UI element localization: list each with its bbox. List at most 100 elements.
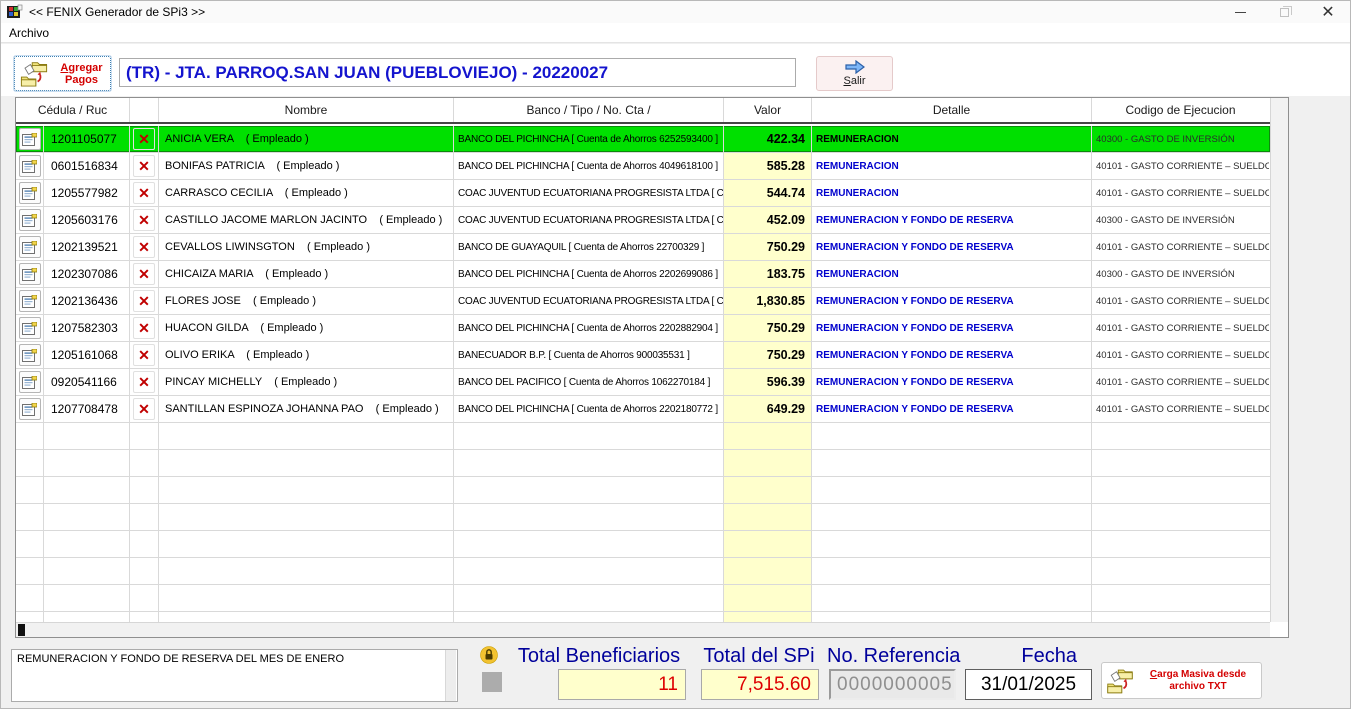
row-edit-button[interactable]: [19, 290, 41, 312]
nombre-cell[interactable]: [159, 558, 454, 584]
carga-masiva-button[interactable]: Carga Masiva desde archivo TXT: [1101, 662, 1262, 699]
codigo-cell[interactable]: 40101 - GASTO CORRIENTE – SUELDOS: [1092, 180, 1269, 206]
valor-cell[interactable]: [724, 585, 812, 611]
delete-x-icon[interactable]: ✕: [133, 398, 155, 420]
cedula-cell[interactable]: 0601516834: [44, 153, 130, 179]
banco-cell[interactable]: BANECUADOR B.P. [ Cuenta de Ahorros 9000…: [454, 342, 724, 368]
delete-x-icon[interactable]: ✕: [133, 236, 155, 258]
detalle-cell[interactable]: [812, 477, 1092, 503]
row-edit-button[interactable]: [19, 182, 41, 204]
codigo-cell[interactable]: 40101 - GASTO CORRIENTE – SUELDOS: [1092, 396, 1269, 422]
banco-cell[interactable]: BANCO DEL PICHINCHA [ Cuenta de Ahorros …: [454, 126, 724, 152]
nombre-cell[interactable]: CASTILLO JACOME MARLON JACINTO ( Emplead…: [159, 207, 454, 233]
valor-cell[interactable]: 750.29: [724, 234, 812, 260]
nombre-cell[interactable]: CEVALLOS LIWINSGTON ( Empleado ): [159, 234, 454, 260]
cedula-cell[interactable]: 1205161068: [44, 342, 130, 368]
nombre-cell[interactable]: [159, 504, 454, 530]
banco-cell[interactable]: BANCO DEL PICHINCHA [ Cuenta de Ahorros …: [454, 153, 724, 179]
nombre-cell[interactable]: HUACON GILDA ( Empleado ): [159, 315, 454, 341]
row-edit-button[interactable]: [19, 155, 41, 177]
cedula-cell[interactable]: 1207582303: [44, 315, 130, 341]
menu-archivo[interactable]: Archivo: [1, 24, 57, 42]
cedula-cell[interactable]: [44, 558, 130, 584]
valor-cell[interactable]: 596.39: [724, 369, 812, 395]
empty-table-row[interactable]: [16, 531, 1270, 558]
detalle-cell[interactable]: REMUNERACION: [812, 153, 1092, 179]
banco-cell[interactable]: COAC JUVENTUD ECUATORIANA PROGRESISTA LT…: [454, 207, 724, 233]
agregar-pagos-button[interactable]: Agregar Pagos: [14, 56, 111, 91]
detalle-cell[interactable]: [812, 423, 1092, 449]
table-row[interactable]: 1202139521 ✕ CEVALLOS LIWINSGTON ( Emple…: [16, 234, 1270, 261]
banco-cell[interactable]: [454, 558, 724, 584]
detalle-cell[interactable]: [812, 558, 1092, 584]
codigo-cell[interactable]: 40101 - GASTO CORRIENTE – SUELDOS: [1092, 288, 1269, 314]
delete-x-icon[interactable]: ✕: [133, 182, 155, 204]
delete-x-icon[interactable]: ✕: [133, 290, 155, 312]
valor-cell[interactable]: 750.29: [724, 342, 812, 368]
detalle-cell[interactable]: REMUNERACION Y FONDO DE RESERVA: [812, 369, 1092, 395]
detalle-cell[interactable]: REMUNERACION Y FONDO DE RESERVA: [812, 207, 1092, 233]
empty-table-row[interactable]: [16, 423, 1270, 450]
valor-cell[interactable]: [724, 477, 812, 503]
minimize-button[interactable]: [1218, 1, 1262, 23]
banco-cell[interactable]: [454, 612, 724, 622]
table-row[interactable]: 1202307086 ✕ CHICAIZA MARIA ( Empleado )…: [16, 261, 1270, 288]
nombre-cell[interactable]: [159, 423, 454, 449]
table-row[interactable]: 1205161068 ✕ OLIVO ERIKA ( Empleado ) BA…: [16, 342, 1270, 369]
table-row[interactable]: 1205603176 ✕ CASTILLO JACOME MARLON JACI…: [16, 207, 1270, 234]
codigo-cell[interactable]: 40300 - GASTO DE INVERSIÓN: [1092, 207, 1269, 233]
detalle-cell[interactable]: [812, 531, 1092, 557]
valor-cell[interactable]: [724, 423, 812, 449]
codigo-cell[interactable]: [1092, 531, 1269, 557]
horizontal-scroll-thumb[interactable]: [18, 624, 25, 636]
banco-cell[interactable]: [454, 423, 724, 449]
nombre-cell[interactable]: [159, 450, 454, 476]
comment-box[interactable]: REMUNERACION Y FONDO DE RESERVA DEL MES …: [11, 649, 458, 702]
codigo-cell[interactable]: 40101 - GASTO CORRIENTE – SUELDOS: [1092, 315, 1269, 341]
detalle-cell[interactable]: REMUNERACION Y FONDO DE RESERVA: [812, 342, 1092, 368]
row-edit-button[interactable]: [19, 263, 41, 285]
cedula-cell[interactable]: 1207708478: [44, 396, 130, 422]
detalle-cell[interactable]: REMUNERACION: [812, 126, 1092, 152]
nombre-cell[interactable]: CARRASCO CECILIA ( Empleado ): [159, 180, 454, 206]
valor-cell[interactable]: [724, 531, 812, 557]
codigo-cell[interactable]: 40300 - GASTO DE INVERSIÓN: [1092, 261, 1269, 287]
detalle-cell[interactable]: REMUNERACION: [812, 180, 1092, 206]
delete-x-icon[interactable]: ✕: [133, 128, 155, 150]
empty-table-row[interactable]: [16, 504, 1270, 531]
cedula-cell[interactable]: 1201105077: [44, 126, 130, 152]
detalle-cell[interactable]: REMUNERACION Y FONDO DE RESERVA: [812, 234, 1092, 260]
cedula-cell[interactable]: [44, 585, 130, 611]
cedula-cell[interactable]: [44, 531, 130, 557]
empty-table-row[interactable]: [16, 477, 1270, 504]
table-row[interactable]: 1205577982 ✕ CARRASCO CECILIA ( Empleado…: [16, 180, 1270, 207]
valor-cell[interactable]: [724, 504, 812, 530]
detalle-cell[interactable]: [812, 612, 1092, 622]
valor-cell[interactable]: 1,830.85: [724, 288, 812, 314]
cedula-cell[interactable]: [44, 477, 130, 503]
cedula-cell[interactable]: 1205577982: [44, 180, 130, 206]
valor-cell[interactable]: 452.09: [724, 207, 812, 233]
valor-cell[interactable]: [724, 612, 812, 622]
codigo-cell[interactable]: 40101 - GASTO CORRIENTE – SUELDOS: [1092, 369, 1269, 395]
banco-cell[interactable]: BANCO DEL PICHINCHA [ Cuenta de Ahorros …: [454, 315, 724, 341]
codigo-cell[interactable]: 40300 - GASTO DE INVERSIÓN: [1092, 126, 1269, 152]
row-edit-button[interactable]: [19, 317, 41, 339]
codigo-cell[interactable]: [1092, 612, 1269, 622]
codigo-cell[interactable]: 40101 - GASTO CORRIENTE – SUELDOS: [1092, 234, 1269, 260]
delete-x-icon[interactable]: ✕: [133, 371, 155, 393]
table-row[interactable]: 1202136436 ✕ FLORES JOSE ( Empleado ) CO…: [16, 288, 1270, 315]
codigo-cell[interactable]: 40101 - GASTO CORRIENTE – SUELDOS: [1092, 153, 1269, 179]
valor-cell[interactable]: 585.28: [724, 153, 812, 179]
nombre-cell[interactable]: SANTILLAN ESPINOZA JOHANNA PAO ( Emplead…: [159, 396, 454, 422]
banco-cell[interactable]: BANCO DEL PICHINCHA [ Cuenta de Ahorros …: [454, 396, 724, 422]
row-edit-button[interactable]: [19, 128, 41, 150]
valor-cell[interactable]: 649.29: [724, 396, 812, 422]
comment-scrollbar[interactable]: [445, 650, 456, 701]
grid-vertical-scrollbar[interactable]: [1270, 98, 1288, 622]
detalle-cell[interactable]: [812, 450, 1092, 476]
nombre-cell[interactable]: [159, 585, 454, 611]
cedula-cell[interactable]: [44, 504, 130, 530]
fecha-input[interactable]: [965, 669, 1092, 700]
table-row[interactable]: 1207708478 ✕ SANTILLAN ESPINOZA JOHANNA …: [16, 396, 1270, 423]
